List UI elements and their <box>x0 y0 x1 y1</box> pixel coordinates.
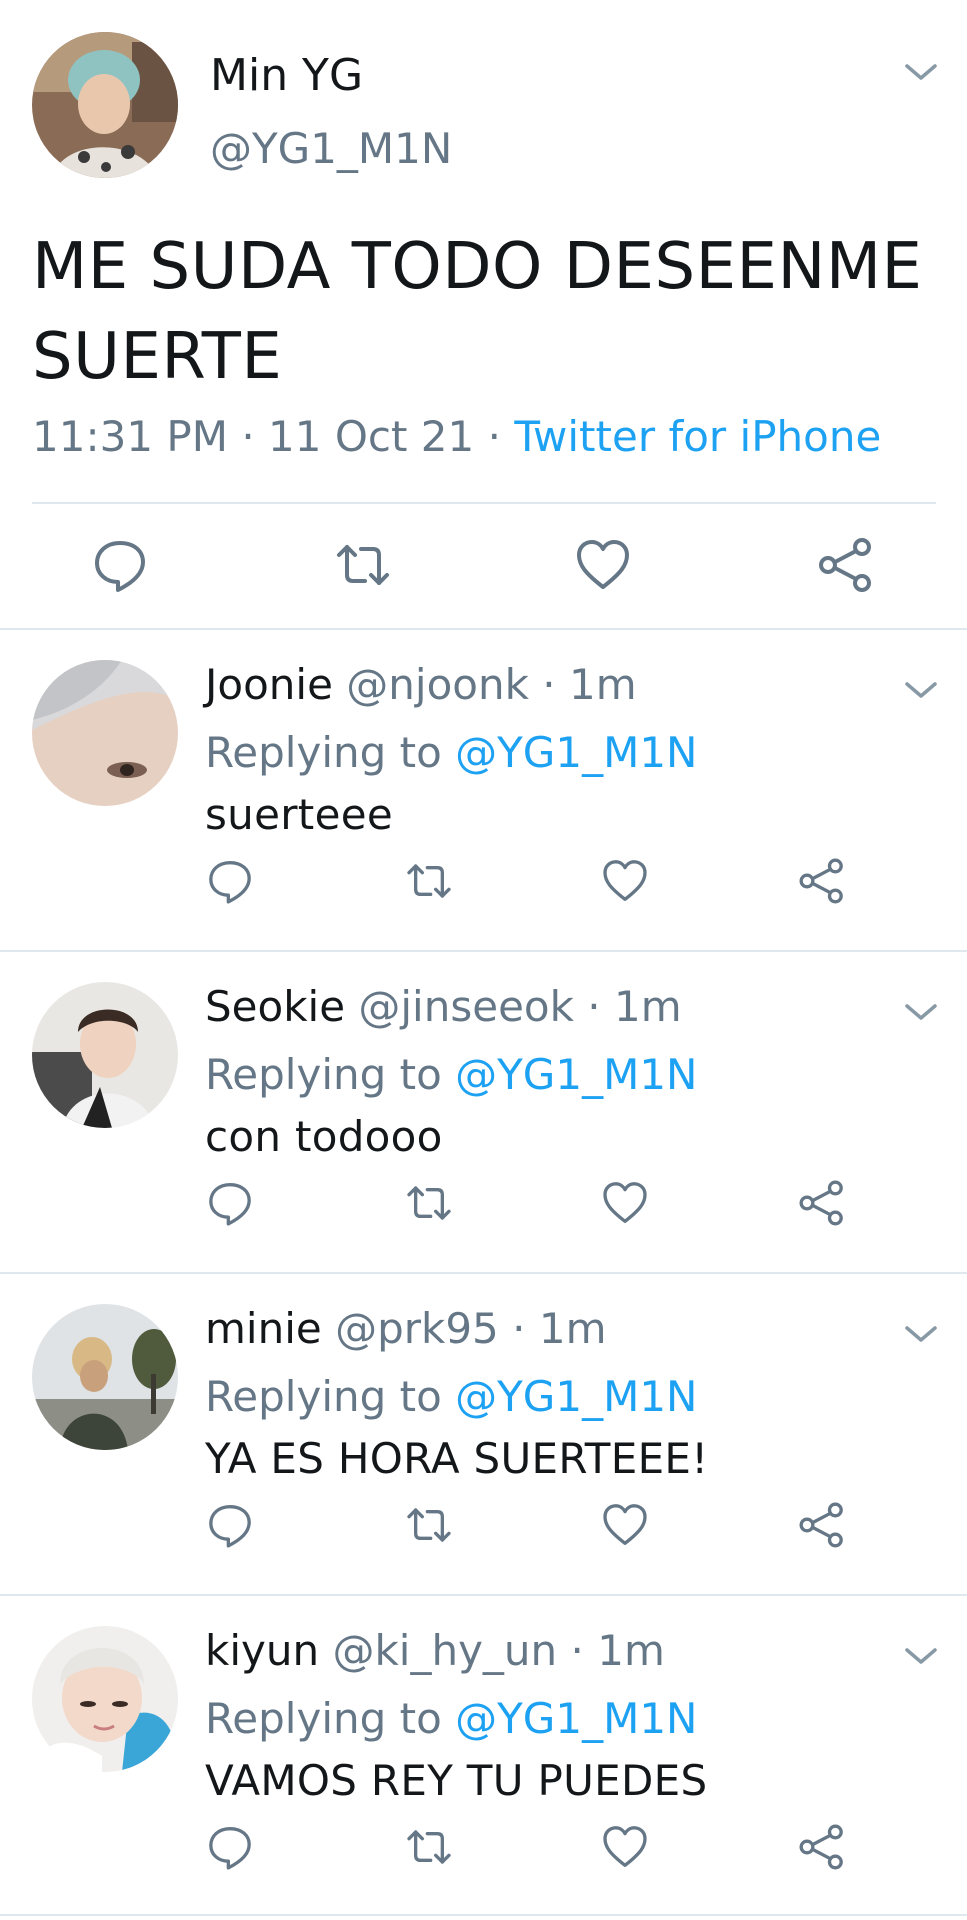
author-handle[interactable]: @ki_hy_un <box>332 1626 557 1675</box>
reply-tweet[interactable]: kiyun @ki_hy_un · 1m Replying to @YG1_M1… <box>0 1596 967 1916</box>
reply-icon[interactable] <box>205 1178 255 1228</box>
avatar[interactable] <box>32 982 178 1128</box>
replying-to: Replying to @YG1_M1N <box>205 1050 697 1099</box>
retweet-icon[interactable] <box>404 1822 454 1872</box>
like-icon[interactable] <box>573 535 633 595</box>
reply-text: YA ES HORA SUERTEEE! <box>205 1434 709 1483</box>
like-icon[interactable] <box>600 1822 650 1872</box>
separator <box>0 1914 967 1916</box>
replying-to-label: Replying to <box>205 1372 442 1421</box>
avatar[interactable] <box>32 1304 178 1450</box>
meta-separator: · <box>241 412 255 461</box>
like-icon[interactable] <box>600 856 650 906</box>
author-name[interactable]: kiyun <box>205 1626 319 1675</box>
reply-text: suerteee <box>205 790 393 839</box>
replying-to: Replying to @YG1_M1N <box>205 1372 697 1421</box>
reply-icon[interactable] <box>205 1500 255 1550</box>
tweet-time: 1m <box>538 1304 607 1353</box>
author-handle[interactable]: @njoonk <box>346 660 529 709</box>
share-icon[interactable] <box>797 856 847 906</box>
tweet-source-link[interactable]: Twitter for iPhone <box>514 412 881 461</box>
author-handle[interactable]: @YG1_M1N <box>210 124 452 173</box>
tweet-time: 11:31 PM <box>32 412 228 461</box>
retweet-icon[interactable] <box>404 1178 454 1228</box>
chevron-down-icon[interactable] <box>904 680 938 700</box>
divider <box>32 502 936 504</box>
avatar[interactable] <box>32 1626 178 1772</box>
replying-to: Replying to @YG1_M1N <box>205 728 697 777</box>
reply-tweet[interactable]: minie @prk95 · 1m Replying to @YG1_M1N Y… <box>0 1274 967 1594</box>
reply-header: Joonie @njoonk · 1m <box>205 660 637 709</box>
tweet-time: 1m <box>614 982 682 1031</box>
reply-header: minie @prk95 · 1m <box>205 1304 607 1353</box>
main-tweet: Min YG @YG1_M1N ME SUDA TODO DESEENME SU… <box>0 0 967 628</box>
reply-tweet[interactable]: Joonie @njoonk · 1m Replying to @YG1_M1N… <box>0 630 967 950</box>
reply-icon[interactable] <box>205 856 255 906</box>
replying-to: Replying to @YG1_M1N <box>205 1694 697 1743</box>
meta-separator: · <box>542 660 556 709</box>
replying-to-link[interactable]: @YG1_M1N <box>455 728 697 777</box>
share-icon[interactable] <box>816 535 876 595</box>
author-name[interactable]: minie <box>205 1304 322 1353</box>
reply-tweet[interactable]: Seokie @jinseeok · 1m Replying to @YG1_M… <box>0 952 967 1272</box>
tweet-time: 1m <box>597 1626 665 1675</box>
share-icon[interactable] <box>797 1178 847 1228</box>
author-name[interactable]: Joonie <box>205 660 333 709</box>
meta-separator: · <box>587 982 601 1031</box>
replying-to-label: Replying to <box>205 1050 442 1099</box>
reply-header: kiyun @ki_hy_un · 1m <box>205 1626 665 1675</box>
author-handle[interactable]: @jinseeok <box>358 982 574 1031</box>
meta-separator: · <box>512 1304 526 1353</box>
replying-to-link[interactable]: @YG1_M1N <box>455 1694 697 1743</box>
like-icon[interactable] <box>600 1178 650 1228</box>
chevron-down-icon[interactable] <box>904 62 938 82</box>
retweet-icon[interactable] <box>333 535 393 595</box>
retweet-icon[interactable] <box>404 856 454 906</box>
replying-to-label: Replying to <box>205 728 442 777</box>
reply-icon[interactable] <box>90 535 150 595</box>
reply-text: con todooo <box>205 1112 443 1161</box>
chevron-down-icon[interactable] <box>904 1324 938 1344</box>
reply-text: VAMOS REY TU PUEDES <box>205 1756 708 1805</box>
author-name[interactable]: Seokie <box>205 982 345 1031</box>
replying-to-link[interactable]: @YG1_M1N <box>455 1050 697 1099</box>
like-icon[interactable] <box>600 1500 650 1550</box>
chevron-down-icon[interactable] <box>904 1646 938 1666</box>
tweet-time: 1m <box>568 660 637 709</box>
meta-separator: · <box>570 1626 584 1675</box>
replying-to-link[interactable]: @YG1_M1N <box>455 1372 697 1421</box>
author-name[interactable]: Min YG <box>210 50 363 101</box>
retweet-icon[interactable] <box>404 1500 454 1550</box>
reply-header: Seokie @jinseeok · 1m <box>205 982 682 1031</box>
replying-to-label: Replying to <box>205 1694 442 1743</box>
share-icon[interactable] <box>797 1500 847 1550</box>
tweet-text: ME SUDA TODO DESEENME SUERTE <box>32 230 923 394</box>
chevron-down-icon[interactable] <box>904 1002 938 1022</box>
author-handle[interactable]: @prk95 <box>335 1304 499 1353</box>
tweet-meta: 11:31 PM · 11 Oct 21 · Twitter for iPhon… <box>32 412 881 461</box>
share-icon[interactable] <box>797 1822 847 1872</box>
avatar[interactable] <box>32 660 178 806</box>
reply-icon[interactable] <box>205 1822 255 1872</box>
meta-separator: · <box>487 412 501 461</box>
tweet-date: 11 Oct 21 <box>268 412 475 461</box>
avatar[interactable] <box>32 32 178 178</box>
